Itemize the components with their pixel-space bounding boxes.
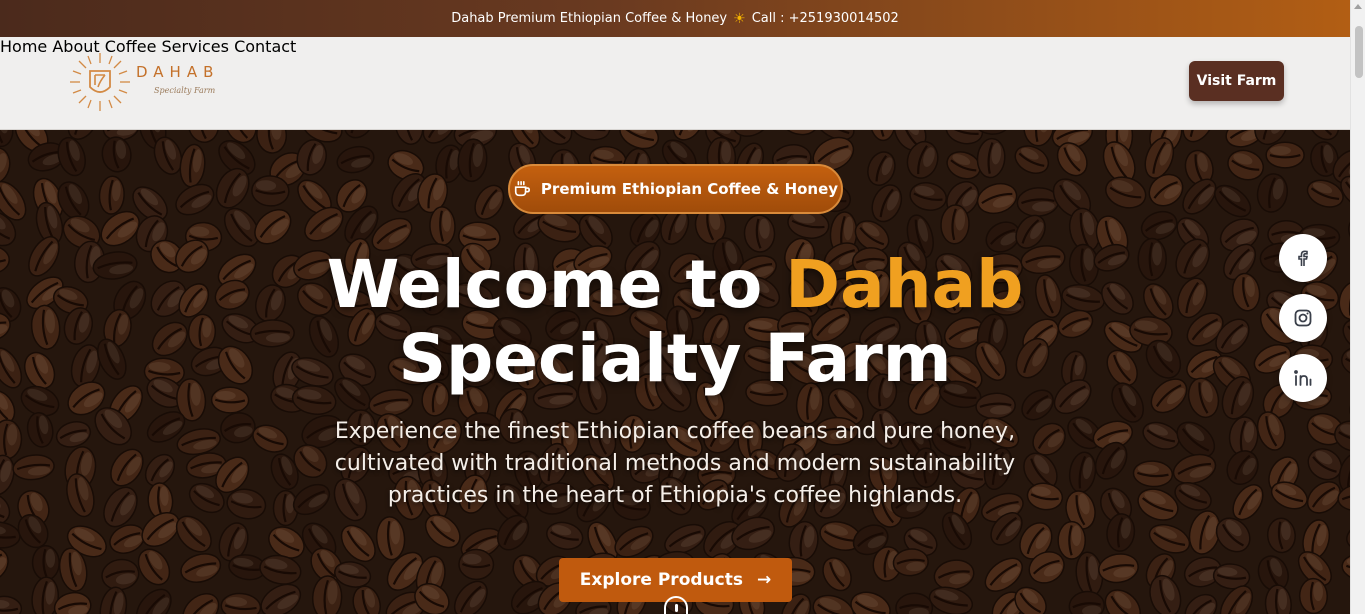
- mouse-wheel-dot: [675, 604, 678, 612]
- visit-farm-button[interactable]: Visit Farm: [1189, 61, 1284, 101]
- facebook-button[interactable]: [1279, 234, 1327, 282]
- hero-title-prefix: Welcome to: [326, 246, 786, 323]
- nav-home[interactable]: Home: [0, 37, 47, 56]
- brand-tagline: Specialty Farm: [154, 86, 216, 95]
- coffee-cup-icon: [514, 180, 530, 197]
- explore-products-label: Explore Products: [579, 570, 743, 590]
- site-header: DAHAB Specialty Farm Home About Coffee S…: [0, 37, 1350, 130]
- linkedin-button[interactable]: [1279, 354, 1327, 402]
- announcement-bar: Dahab Premium Ethiopian Coffee & Honey ☀…: [0, 0, 1350, 37]
- hero-title-line2: Specialty Farm: [398, 320, 952, 397]
- scroll-up-arrow-icon[interactable]: [1354, 4, 1362, 9]
- announcement-text: Dahab Premium Ethiopian Coffee & Honey: [451, 11, 728, 26]
- scroll-down-mouse-icon[interactable]: [664, 596, 688, 614]
- announcement-phone: Call : +251930014502: [751, 11, 899, 26]
- nav-contact[interactable]: Contact: [234, 37, 296, 56]
- hero-subtitle: Experience the finest Ethiopian coffee b…: [334, 419, 1016, 508]
- hero-section: Premium Ethiopian Coffee & Honey Welcome…: [0, 130, 1350, 614]
- linkedin-icon: [1294, 370, 1312, 386]
- brand-name: DAHAB: [136, 63, 220, 81]
- scroll-thumb[interactable]: [1355, 26, 1363, 78]
- sunburst-logo-icon: [70, 53, 130, 111]
- hero-title-accent: Dahab: [785, 246, 1024, 323]
- hero-title-line1: Welcome to Dahab: [0, 252, 1350, 318]
- instagram-button[interactable]: [1279, 294, 1327, 342]
- facebook-icon: [1298, 250, 1308, 266]
- hero-badge-label: Premium Ethiopian Coffee & Honey: [540, 180, 839, 198]
- sun-icon: ☀: [733, 10, 746, 27]
- page-scrollbar[interactable]: [1350, 0, 1365, 614]
- dahab-logo[interactable]: DAHAB Specialty Farm: [68, 51, 238, 113]
- arrow-right-icon: →: [756, 570, 772, 590]
- hero-badge: Premium Ethiopian Coffee & Honey: [508, 164, 843, 214]
- instagram-icon: [1294, 309, 1312, 327]
